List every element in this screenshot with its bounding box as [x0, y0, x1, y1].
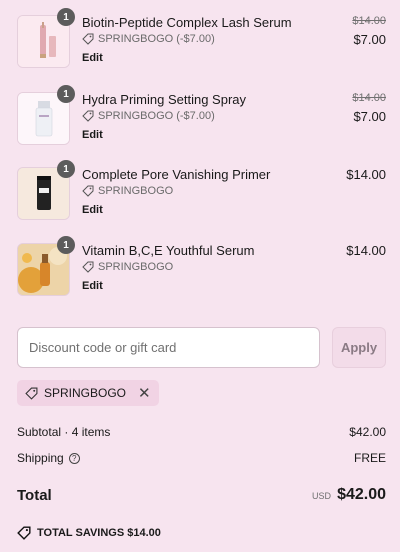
shipping-value: FREE: [353, 451, 386, 465]
total-label: Total: [17, 486, 52, 504]
line-item: 1 Hydra Priming Setting Spray SPRINGBOGO…: [0, 85, 400, 154]
applied-code-text: SPRINGBOGO: [44, 386, 127, 400]
subtotal-label: Subtotal · 4 items: [17, 425, 111, 439]
item-discount: SPRINGBOGO: [82, 185, 173, 197]
tag-icon: [82, 261, 94, 273]
currency-code: USD: [312, 491, 332, 501]
product-name: Hydra Priming Setting Spray: [82, 92, 247, 107]
original-price: $14.00: [352, 15, 386, 27]
tag-icon: [25, 387, 38, 400]
help-icon[interactable]: ?: [68, 452, 80, 464]
total-savings: TOTAL SAVINGS $14.00: [17, 526, 161, 540]
item-discount: SPRINGBOGO: [82, 261, 173, 273]
discount-text: SPRINGBOGO: [98, 185, 174, 197]
line-item: 1 Biotin-Peptide Complex Lash Serum SPRI…: [0, 8, 400, 77]
quantity-badge: 1: [57, 236, 75, 254]
edit-link[interactable]: Edit: [82, 280, 103, 292]
edit-link[interactable]: Edit: [82, 129, 103, 141]
item-price: $14.00: [346, 243, 386, 258]
applied-discount-chip: SPRINGBOGO ✕: [17, 380, 159, 406]
product-name: Vitamin B,C,E Youthful Serum: [82, 243, 255, 258]
tag-icon: [17, 526, 31, 540]
tag-icon: [82, 33, 94, 45]
item-discount: SPRINGBOGO (-$7.00): [82, 110, 215, 122]
discount-code-input[interactable]: [17, 327, 320, 368]
tag-icon: [82, 185, 94, 197]
quantity-badge: 1: [57, 8, 75, 26]
apply-button[interactable]: Apply: [332, 327, 386, 368]
total-value: $42.00: [337, 486, 386, 503]
edit-link[interactable]: Edit: [82, 204, 103, 216]
shipping-row: Shipping ? FREE: [17, 451, 386, 465]
item-discount: SPRINGBOGO (-$7.00): [82, 33, 215, 45]
subtotal-value: $42.00: [349, 425, 386, 439]
item-price: $14.00: [346, 167, 386, 182]
item-price: $7.00: [353, 109, 386, 124]
quantity-badge: 1: [57, 85, 75, 103]
subtotal-row: Subtotal · 4 items $42.00: [17, 425, 386, 439]
total-row: Total USD $42.00: [17, 486, 386, 504]
shipping-label: Shipping: [17, 451, 64, 465]
original-price: $14.00: [352, 92, 386, 104]
quantity-badge: 1: [57, 160, 75, 178]
tag-icon: [82, 110, 94, 122]
discount-text: SPRINGBOGO (-$7.00): [98, 33, 215, 45]
close-icon[interactable]: ✕: [138, 386, 151, 401]
product-name: Complete Pore Vanishing Primer: [82, 167, 271, 182]
product-name: Biotin-Peptide Complex Lash Serum: [82, 15, 292, 30]
line-item: 1 Complete Pore Vanishing Primer SPRINGB…: [0, 160, 400, 229]
discount-text: SPRINGBOGO (-$7.00): [98, 110, 215, 122]
edit-link[interactable]: Edit: [82, 52, 103, 64]
discount-text: SPRINGBOGO: [98, 261, 174, 273]
item-price: $7.00: [353, 32, 386, 47]
line-item: 1 Vitamin B,C,E Youthful Serum SPRINGBOG…: [0, 236, 400, 305]
savings-text: TOTAL SAVINGS $14.00: [37, 527, 161, 539]
